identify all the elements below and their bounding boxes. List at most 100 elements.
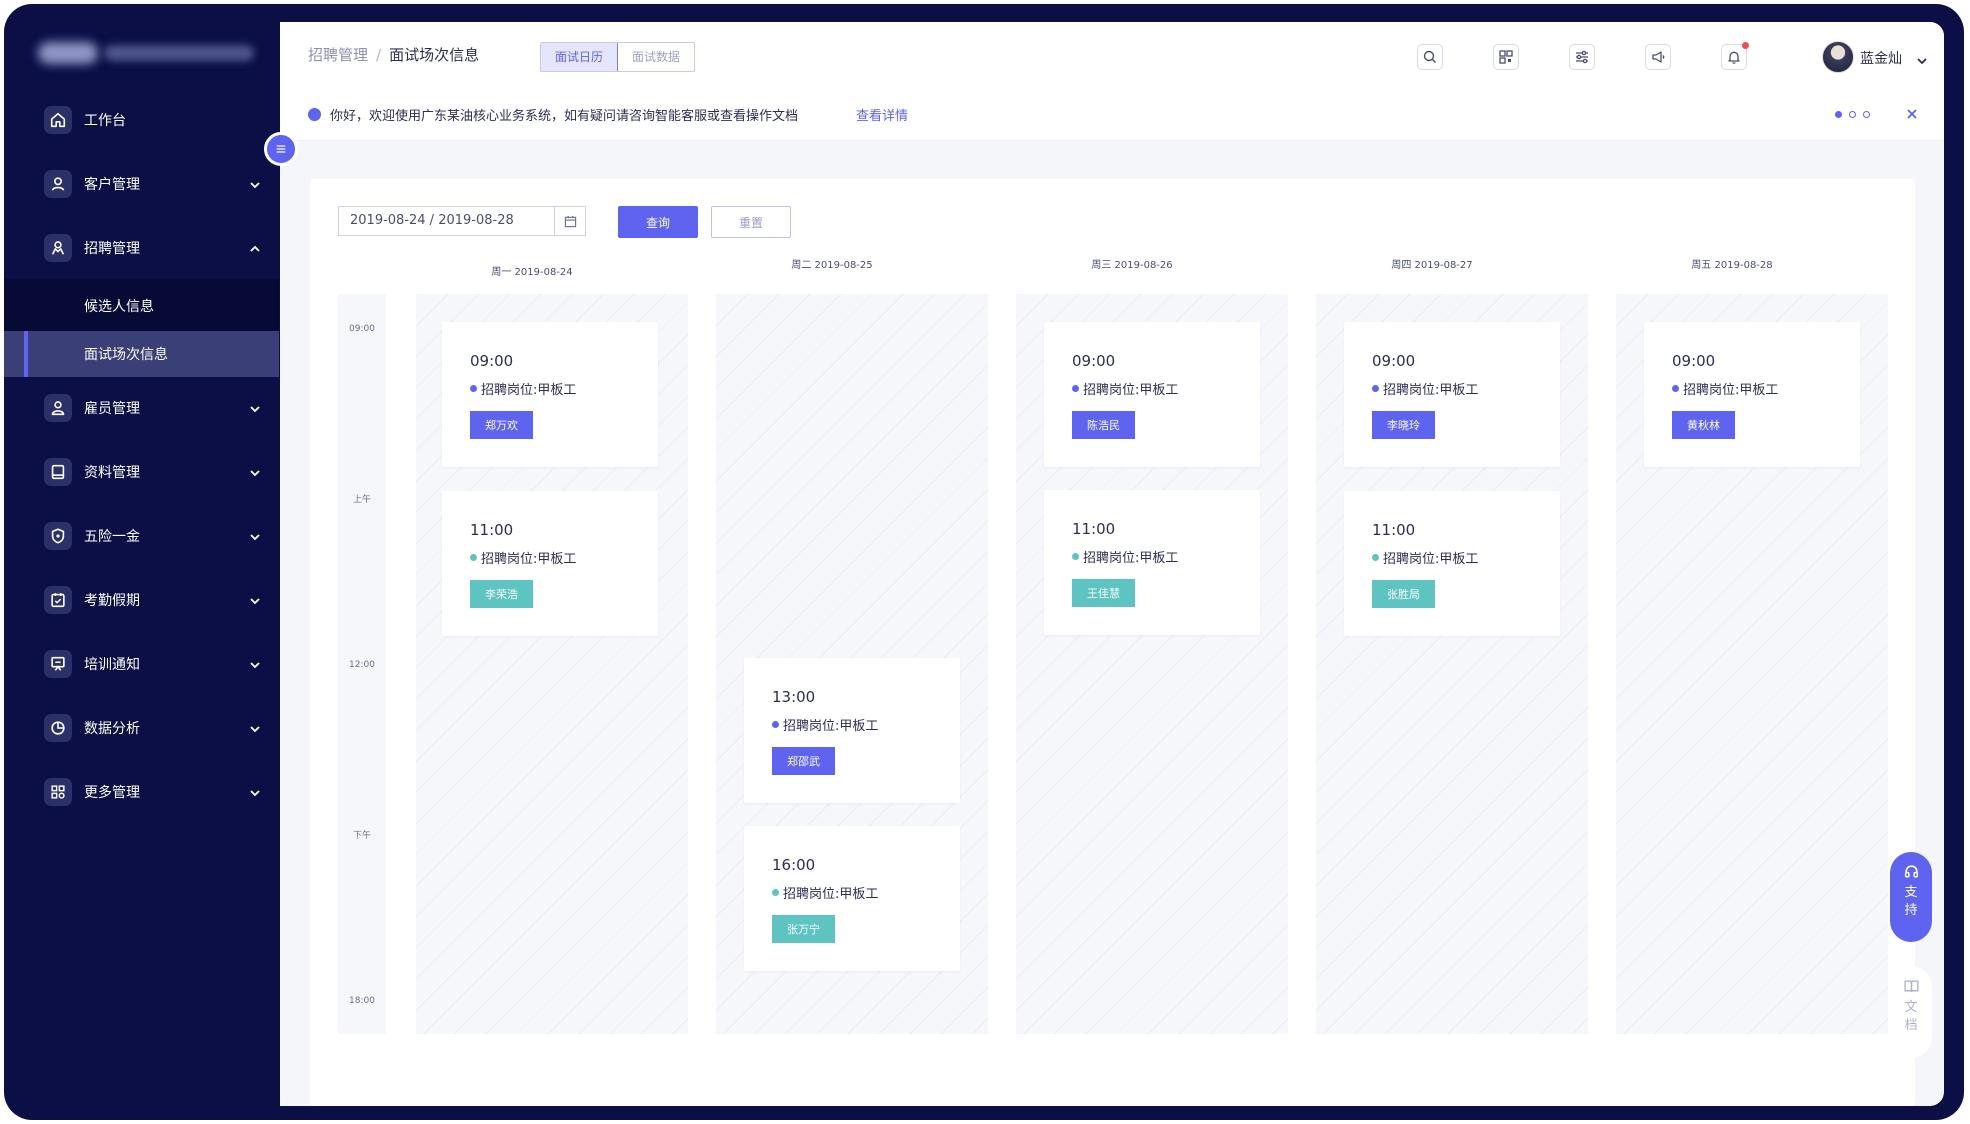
- announcement-button[interactable]: [1645, 44, 1671, 70]
- event-position-text: 招聘岗位:甲板工: [783, 887, 879, 902]
- day-column-wed: 09:00 招聘岗位:甲板工 陈浩民 11:00 招聘岗位:甲板工 王佳慧: [1016, 294, 1288, 1034]
- interview-event[interactable]: 09:00 招聘岗位:甲板工 李晓玲: [1344, 322, 1560, 467]
- sidebar-item-documents[interactable]: 资料管理: [4, 446, 279, 498]
- interview-event[interactable]: 13:00 招聘岗位:甲板工 郑邵武: [744, 658, 960, 803]
- candidate-tag[interactable]: 黄秋林: [1672, 411, 1735, 439]
- interview-event[interactable]: 16:00 招聘岗位:甲板工 张万宁: [744, 826, 960, 971]
- event-position-text: 招聘岗位:甲板工: [783, 719, 879, 734]
- calendar-card: 2019-08-24 / 2019-08-28 查询 重置 周一 2019-08…: [310, 179, 1915, 1106]
- sidebar-item-label: 考勤假期: [84, 593, 140, 609]
- close-icon[interactable]: [1905, 106, 1919, 120]
- search-button[interactable]: [1417, 44, 1443, 70]
- chevron-down-icon: [248, 721, 262, 735]
- notification-button[interactable]: [1721, 42, 1749, 70]
- avatar[interactable]: [1822, 41, 1854, 73]
- interview-event[interactable]: 09:00 招聘岗位:甲板工 黄秋林: [1644, 322, 1860, 467]
- home-icon: [44, 106, 72, 134]
- settings-button[interactable]: [1569, 44, 1595, 70]
- user-name[interactable]: 蓝金灿: [1860, 48, 1902, 68]
- candidate-tag[interactable]: 郑万欢: [470, 411, 533, 439]
- tab-interview-data[interactable]: 面试数据: [618, 43, 694, 71]
- breadcrumb-parent[interactable]: 招聘管理: [308, 46, 368, 64]
- event-time: 09:00: [1672, 352, 1716, 370]
- sidebar-item-analytics[interactable]: 数据分析: [4, 702, 279, 754]
- chevron-down-icon[interactable]: [1916, 52, 1928, 65]
- breadcrumb-current: 面试场次信息: [389, 46, 480, 64]
- day-header: 周二 2019-08-25: [791, 260, 873, 271]
- candidate-tag[interactable]: 王佳慧: [1072, 579, 1135, 607]
- sidebar-item-workbench[interactable]: 工作台: [4, 94, 279, 146]
- event-position: 招聘岗位:甲板工: [772, 883, 878, 902]
- sidebar-item-customer[interactable]: 客户管理: [4, 158, 279, 210]
- bell-icon: [1728, 51, 1740, 64]
- interview-event[interactable]: 11:00 招聘岗位:甲板工 张胜局: [1344, 491, 1560, 636]
- interview-event[interactable]: 11:00 招聘岗位:甲板工 李荣浩: [442, 491, 658, 636]
- date-range-value: 2019-08-24 / 2019-08-28: [350, 213, 514, 228]
- event-position: 招聘岗位:甲板工: [470, 548, 576, 567]
- event-time: 11:00: [470, 521, 514, 539]
- dot-icon: [772, 721, 779, 728]
- day-column-thu: 09:00 招聘岗位:甲板工 李晓玲 11:00 招聘岗位:甲板工 张胜局: [1316, 294, 1588, 1034]
- dot-icon: [1072, 553, 1079, 560]
- support-label-1: 支: [1904, 885, 1918, 900]
- sidebar-item-training[interactable]: 培训通知: [4, 638, 279, 690]
- calendar-icon[interactable]: [554, 207, 585, 235]
- sidebar-item-more[interactable]: 更多管理: [4, 766, 279, 818]
- dot-icon: [1672, 385, 1679, 392]
- sliders-icon: [1576, 50, 1588, 64]
- sidebar-item-attendance[interactable]: 考勤假期: [4, 574, 279, 626]
- event-position: 招聘岗位:甲板工: [470, 379, 576, 398]
- sidebar-collapse-button[interactable]: [264, 132, 298, 166]
- interview-event[interactable]: 11:00 招聘岗位:甲板工 王佳慧: [1044, 490, 1260, 635]
- pager-dot[interactable]: [1849, 111, 1856, 118]
- day-header: 周三 2019-08-26: [1091, 260, 1173, 271]
- chevron-down-icon: [248, 657, 262, 671]
- pager-dot[interactable]: [1835, 111, 1842, 118]
- day-column-fri: 09:00 招聘岗位:甲板工 黄秋林: [1616, 294, 1888, 1034]
- qrcode-button[interactable]: [1493, 44, 1519, 70]
- employee-icon: [44, 394, 72, 422]
- candidate-tag[interactable]: 李荣浩: [470, 580, 533, 608]
- dot-icon: [470, 385, 477, 392]
- time-label: 上午: [352, 495, 371, 505]
- event-position-text: 招聘岗位:甲板工: [1083, 383, 1179, 398]
- submenu-item-candidates[interactable]: 候选人信息: [4, 283, 279, 329]
- dot-icon: [1372, 385, 1379, 392]
- candidate-tag[interactable]: 郑邵武: [772, 747, 835, 775]
- dot-icon: [772, 889, 779, 896]
- docs-button[interactable]: 文 档: [1890, 966, 1932, 1058]
- chevron-up-icon: [248, 241, 262, 255]
- dot-icon: [1372, 554, 1379, 561]
- sidebar-item-insurance[interactable]: 五险一金: [4, 510, 279, 562]
- notification-dot: [1742, 42, 1749, 49]
- query-button[interactable]: 查询: [618, 206, 698, 238]
- interview-event[interactable]: 09:00 招聘岗位:甲板工 郑万欢: [442, 322, 658, 467]
- chevron-down-icon: [248, 593, 262, 607]
- chevron-down-icon: [248, 177, 262, 191]
- megaphone-icon: [1652, 51, 1665, 63]
- day-header: 周四 2019-08-27: [1391, 260, 1473, 271]
- interview-event[interactable]: 09:00 招聘岗位:甲板工 陈浩民: [1044, 322, 1260, 467]
- time-label: 12:00: [349, 660, 375, 670]
- support-label-2: 持: [1904, 903, 1918, 918]
- grid-icon: [44, 778, 72, 806]
- candidate-tag[interactable]: 张胜局: [1372, 580, 1435, 608]
- notice-pager: [1835, 111, 1870, 118]
- candidate-tag[interactable]: 张万宁: [772, 915, 835, 943]
- qrcode-icon: [1499, 50, 1513, 64]
- date-range-input[interactable]: 2019-08-24 / 2019-08-28: [338, 206, 586, 236]
- sidebar-item-employee[interactable]: 雇员管理: [4, 382, 279, 434]
- support-button[interactable]: 支 持: [1890, 852, 1932, 942]
- tab-interview-calendar[interactable]: 面试日历: [541, 43, 619, 71]
- sidebar-item-recruitment[interactable]: 招聘管理: [4, 222, 279, 274]
- submenu-item-interview-sessions[interactable]: 面试场次信息: [4, 331, 279, 377]
- event-position-text: 招聘岗位:甲板工: [1683, 383, 1779, 398]
- reset-button[interactable]: 重置: [711, 206, 791, 238]
- notice-detail-link[interactable]: 查看详情: [856, 105, 908, 124]
- event-time: 09:00: [1072, 352, 1116, 370]
- event-position: 招聘岗位:甲板工: [1072, 379, 1178, 398]
- chat-icon: [308, 108, 321, 121]
- pager-dot[interactable]: [1863, 111, 1870, 118]
- candidate-tag[interactable]: 李晓玲: [1372, 411, 1435, 439]
- candidate-tag[interactable]: 陈浩民: [1072, 411, 1135, 439]
